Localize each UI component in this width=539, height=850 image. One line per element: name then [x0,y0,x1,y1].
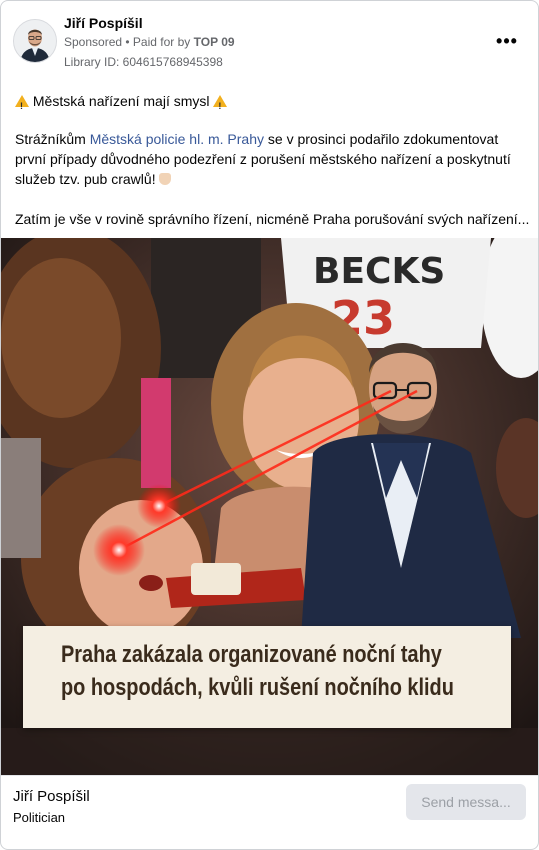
police-link[interactable]: Městská policie hl. m. Prahy [90,131,264,147]
post-paragraph-truncated[interactable]: Zatím je vše v rovině správního řízení, … [15,209,529,229]
library-id: Library ID: 604615768945398 [64,55,223,69]
footer-page-category: Politician [13,810,66,825]
shirt-text: BECKS [313,251,445,292]
ad-card: Jiří Pospíšil Sponsored • Paid for by TO… [0,0,539,850]
author-name[interactable]: Jiří Pospíšil [64,15,143,31]
sponsored-label: Sponsored [64,35,123,49]
post-paragraph: Strážníkům Městská policie hl. m. Prahy … [15,129,530,189]
ad-footer: Jiří Pospíšil Politician Send messa... [1,775,538,849]
post-title: Městská nařízení mají smysl [15,91,228,116]
avatar[interactable] [13,19,57,63]
paragraph-start: Strážníkům [15,131,90,147]
ad-image[interactable]: BECKS 23 Praha zakázala organizované noč… [1,238,538,775]
image-caption-banner: Praha zakázala organizované noční tahy p… [23,626,511,728]
sponsored-meta: Sponsored • Paid for by TOP 09 [64,35,235,49]
send-message-button[interactable]: Send messa... [406,784,526,820]
more-options-button[interactable]: ••• [493,31,521,51]
caption-line-2: po hospodách, kvůli rušení nočního klidu [61,674,454,701]
paid-by-name: TOP 09 [193,35,235,49]
warning-icon [15,95,29,116]
warning-icon [213,95,228,116]
caption-line-1: Praha zakázala organizované noční tahy [61,641,442,668]
hand-emoji-icon [159,173,172,185]
post-title-text: Městská nařízení mají smysl [32,93,210,109]
footer-page-name[interactable]: Jiří Pospíšil [13,788,90,805]
post-header: Jiří Pospíšil Sponsored • Paid for by TO… [1,1,538,81]
paid-for-label: • Paid for by [125,35,191,49]
